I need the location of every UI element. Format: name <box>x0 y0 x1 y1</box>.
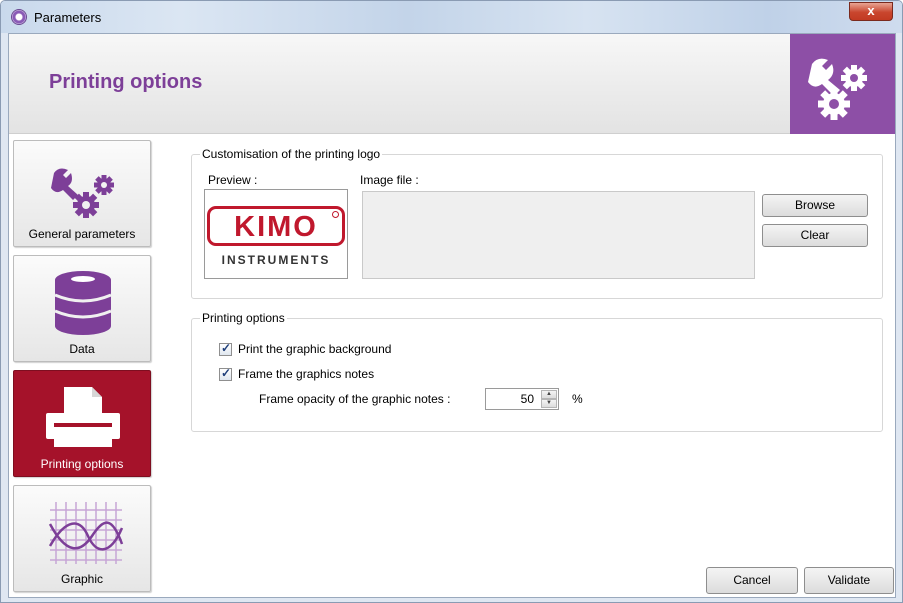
nav-label: Data <box>69 342 95 356</box>
image-file-label: Image file : <box>360 173 419 187</box>
database-icon <box>14 268 150 338</box>
opacity-value: 50 <box>520 392 534 406</box>
printer-icon <box>14 383 150 453</box>
nav-item-general-parameters[interactable]: General parameters <box>13 140 151 247</box>
opacity-unit: % <box>572 392 583 406</box>
gears-icon <box>14 153 150 223</box>
opacity-label: Frame opacity of the graphic notes : <box>259 392 451 406</box>
printing-options-group: Printing options ✓ Print the graphic bac… <box>191 311 883 432</box>
header-gears-icon <box>790 34 895 134</box>
dialog-body: Printing options General parameters Data… <box>8 33 896 598</box>
print-background-checkbox[interactable]: ✓ <box>219 341 232 356</box>
browse-button[interactable]: Browse <box>762 194 868 217</box>
nav-item-graphic[interactable]: Graphic <box>13 485 151 592</box>
preview-label: Preview : <box>208 173 258 187</box>
stepper-buttons: ▲ ▼ <box>541 390 557 408</box>
frame-notes-label: Frame the graphics notes <box>238 367 375 381</box>
check-icon: ✓ <box>221 366 232 380</box>
print-background-label: Print the graphic background <box>238 342 392 356</box>
validate-button[interactable]: Validate <box>804 567 894 594</box>
logo-group: Customisation of the printing logo Previ… <box>191 147 883 299</box>
sidebar-nav: General parameters Data Printing options… <box>9 134 159 599</box>
image-file-field[interactable] <box>362 191 755 279</box>
kimo-logo-text: KIMO <box>234 211 318 243</box>
opacity-stepper[interactable]: 50 ▲ ▼ <box>485 388 559 410</box>
title-bar[interactable]: Parameters x <box>1 1 902 33</box>
graph-icon <box>14 498 150 568</box>
stepper-up-icon[interactable]: ▲ <box>541 390 557 399</box>
nav-label: Printing options <box>40 457 124 471</box>
registered-icon <box>332 211 339 218</box>
parameters-window: Parameters x Printing options General pa… <box>0 0 903 603</box>
nav-label: Graphic <box>60 572 104 586</box>
frame-notes-checkbox[interactable]: ✓ <box>219 366 232 381</box>
app-icon <box>11 9 27 25</box>
header-band: Printing options <box>9 34 895 134</box>
nav-label: General parameters <box>28 227 136 241</box>
kimo-logo-frame: KIMO <box>207 206 345 246</box>
close-button[interactable]: x <box>849 2 893 21</box>
stepper-down-icon[interactable]: ▼ <box>541 399 557 408</box>
printing-options-group-title: Printing options <box>200 311 287 325</box>
nav-item-printing-options[interactable]: Printing options <box>13 370 151 477</box>
nav-item-data[interactable]: Data <box>13 255 151 362</box>
check-icon: ✓ <box>221 341 232 355</box>
window-title: Parameters <box>34 10 102 25</box>
page-title: Printing options <box>49 71 203 93</box>
logo-preview: KIMO INSTRUMENTS <box>204 189 348 279</box>
clear-button[interactable]: Clear <box>762 224 868 247</box>
kimo-logo-subtext: INSTRUMENTS <box>221 253 331 267</box>
cancel-button[interactable]: Cancel <box>706 567 798 594</box>
logo-group-title: Customisation of the printing logo <box>200 147 383 161</box>
